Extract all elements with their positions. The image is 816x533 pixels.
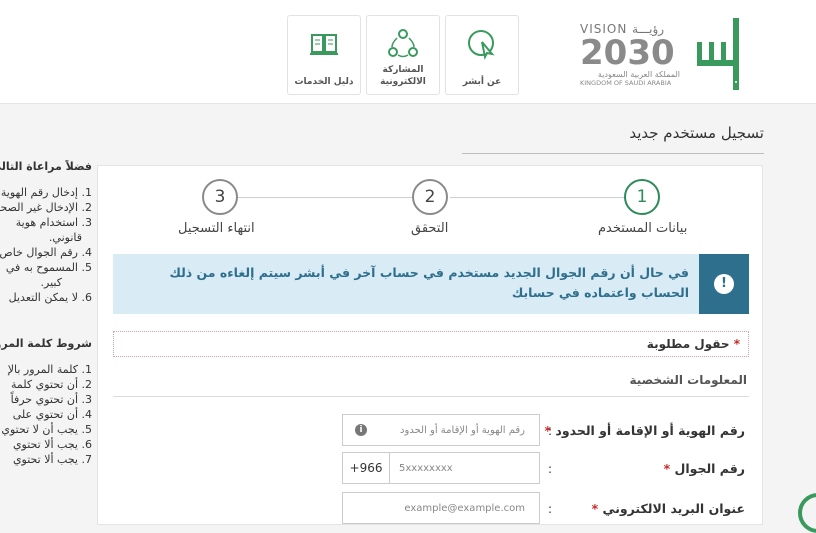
instruction-item: 2. الإدخال غير الصحيح [0,201,92,214]
email-required-asterisk: * [591,501,599,516]
steps-connector [220,197,432,198]
book-icon [288,24,360,64]
network-icon [367,24,439,64]
password-rule-item: 4. أن تحتوي على [12,408,92,421]
password-rule-item: 7. يجب ألا تحتوي [12,453,92,466]
instruction-item: 3. استخدام هوية [15,216,92,229]
mobile-warning-alert: ! في حال أن رقم الجوال الجديد مستخدم في … [113,254,749,314]
services-guide-tile[interactable]: دليل الخدمات [287,15,361,95]
required-label: حقول مطلوبة [646,337,730,351]
password-rule-item: 6. يجب ألا تحتوي [12,438,92,451]
step-3-circle: 3 [202,179,238,215]
required-fields-note: * حقول مطلوبة [113,331,749,357]
header: دليل الخدمات المشاركة الالكترونية عن أبش… [0,0,816,104]
mobile-colon: : [548,462,553,476]
mobile-field-label: رقم الجوال * [664,461,745,476]
password-rules-heading: شروط كلمة المرور [0,337,92,350]
step-2-circle: 2 [412,179,448,215]
id-field-label: رقم الهوية أو الإقامة أو الحدود * [545,423,745,438]
services-guide-label: دليل الخدمات [294,77,354,87]
e-participation-tile[interactable]: المشاركة الالكترونية [366,15,440,95]
email-input[interactable]: example@example.com [342,492,540,524]
instruction-item: 4. رقم الجوال خاص [0,246,92,259]
step-2-label: التحقق [411,221,449,236]
country-code-prefix: +966 [343,453,390,483]
exclamation-icon: ! [714,274,734,294]
about-absher-tile[interactable]: عن أبشر [445,15,519,95]
steps-connector [450,197,624,198]
id-number-input[interactable]: رقم الهوية أو الإقامة أو الحدود i [342,414,540,446]
email-label-text: عنوان البريد الالكتروني [602,501,745,516]
vision-year: 2030 [580,33,675,73]
about-absher-label: عن أبشر [462,77,502,87]
id-placeholder: رقم الهوية أو الإقامة أو الحدود [400,425,525,436]
corner-badge-icon[interactable] [798,493,816,533]
instruction-item: 5. المسموح به في [5,261,92,274]
mobile-required-asterisk: * [663,461,671,476]
mobile-label-text: رقم الجوال [674,461,746,476]
password-rule-item: 1. كلمة المرور بالإ [7,363,92,376]
instruction-item: كبير. [40,276,62,289]
id-label-text: رقم الهوية أو الإقامة أو الحدود [555,423,745,438]
alert-text: في حال أن رقم الجوال الجديد مستخدم في حس… [169,265,689,300]
absher-logo [693,16,743,94]
instruction-item: قانوني. [48,231,82,244]
email-field-label: عنوان البريد الالكتروني * [592,501,745,516]
cursor-icon [446,24,518,64]
section-divider [113,396,749,397]
instruction-item: 1. إدخال رقم الهوية [0,186,92,199]
email-placeholder: example@example.com [404,503,525,514]
step-3-label: انتهاء التسجيل [178,221,255,236]
mobile-number-input[interactable]: +966 5xxxxxxxx [342,452,540,484]
registration-card: 1 2 3 بيانات المستخدم التحقق انتهاء التس… [97,165,763,525]
password-rule-item: 3. أن تحتوي حرفاً [10,393,92,406]
instructions-panel: فضلاً مراعاة التالي 1. إدخال رقم الهوية … [0,160,92,467]
personal-info-heading: المعلومات الشخصية [629,373,747,387]
alert-icon-box: ! [699,254,749,314]
info-icon[interactable]: i [355,424,367,436]
page-title: تسجيل مستخدم جديد [629,124,764,142]
step-1-circle: 1 [624,179,660,215]
instruction-item: 6. لا يمكن التعديل [8,291,92,304]
vision-en: KINGDOM OF SAUDI ARABIA [580,79,672,87]
vision-2030-logo: VISION رؤيـــة 2030 المملكة العربية السع… [580,22,680,97]
e-participation-label: المشاركة الالكترونية [380,65,426,87]
instructions-heading: فضلاً مراعاة التالي [0,160,92,173]
password-rule-item: 2. أن تحتوي كلمة [10,378,92,391]
required-asterisk: * [733,337,740,351]
mobile-placeholder: 5xxxxxxxx [399,463,453,474]
id-colon: : [548,424,553,438]
password-rule-item: 5. يجب أن لا تحتوي [1,423,92,436]
step-1-label: بيانات المستخدم [598,221,688,236]
title-divider [462,153,764,154]
email-colon: : [548,502,553,516]
